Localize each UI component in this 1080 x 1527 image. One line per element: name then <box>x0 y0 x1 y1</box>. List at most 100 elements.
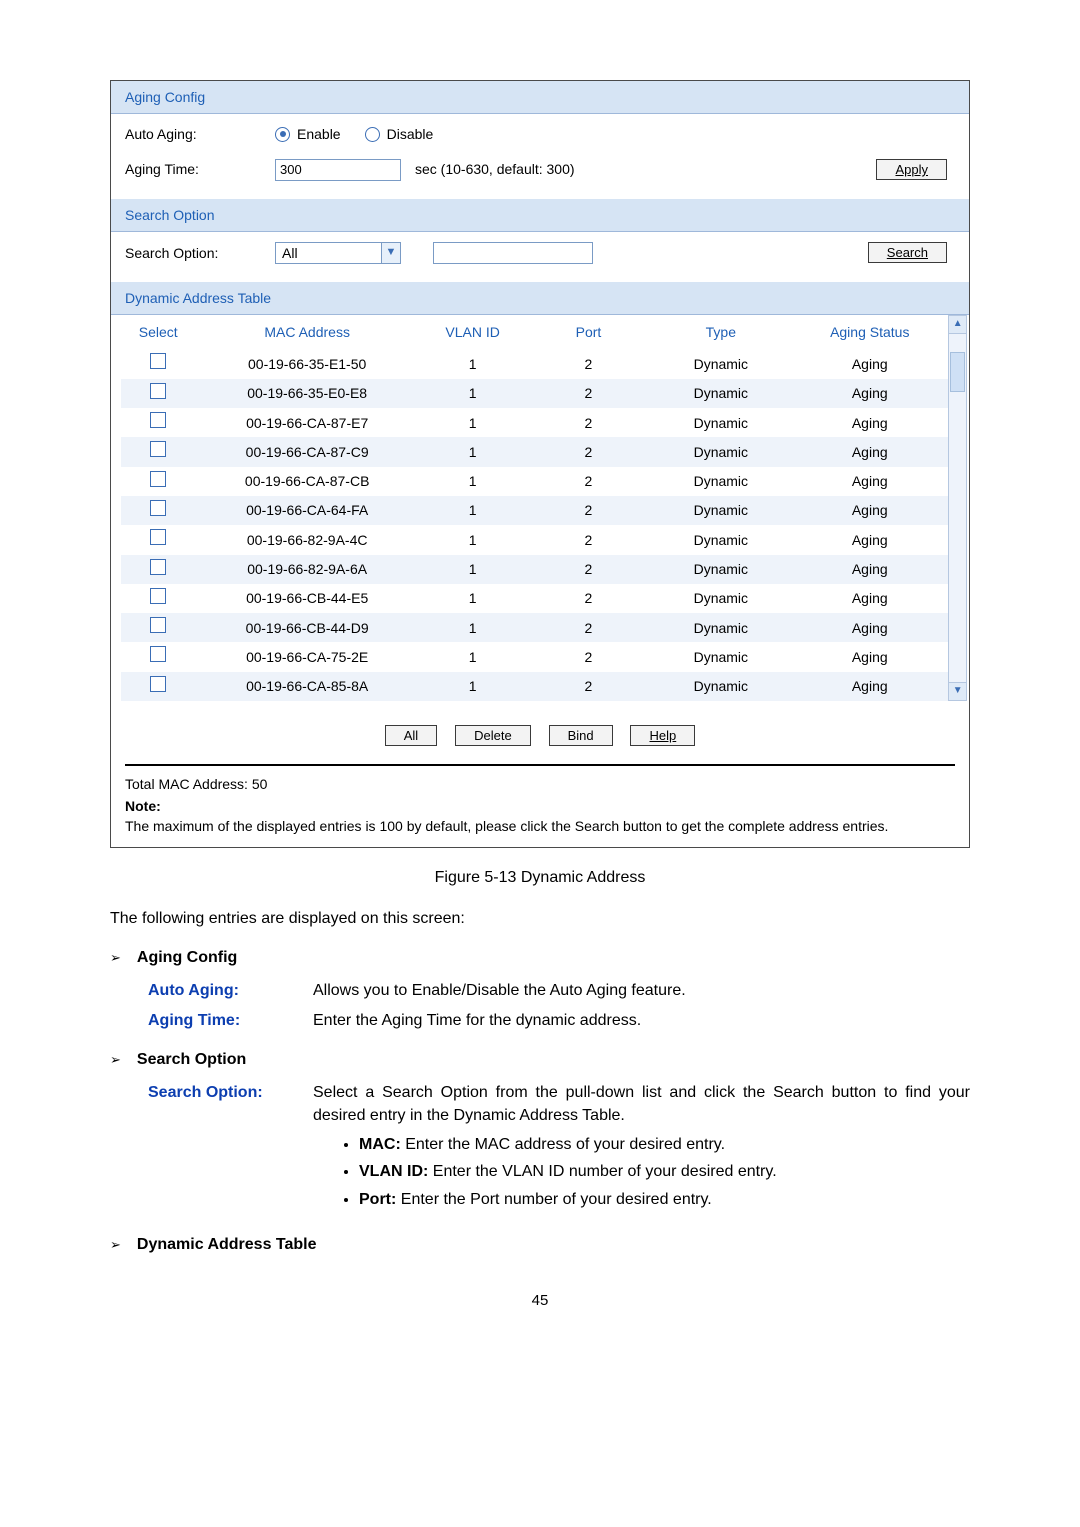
col-vlan: VLAN ID <box>419 315 527 349</box>
cell-mac: 00-19-66-CB-44-D9 <box>195 613 418 642</box>
auto-aging-label: Auto Aging: <box>125 124 275 144</box>
auto-aging-enable-radio[interactable]: Enable <box>275 124 341 144</box>
bullet-vlan-bold: VLAN ID: <box>359 1163 428 1180</box>
search-value-input[interactable] <box>433 242 593 264</box>
select-all-button[interactable]: All <box>385 725 437 746</box>
cell-vlan: 1 <box>419 379 527 408</box>
col-aging: Aging Status <box>791 315 948 349</box>
apply-button[interactable]: Apply <box>876 159 947 180</box>
section-title-table: Dynamic Address Table <box>137 1233 317 1256</box>
cell-mac: 00-19-66-CA-87-C9 <box>195 437 418 466</box>
scroll-up-icon[interactable]: ▲ <box>949 316 966 334</box>
cell-port: 2 <box>526 672 650 701</box>
cell-type: Dynamic <box>651 379 792 408</box>
chevron-down-icon: ▼ <box>381 243 400 263</box>
row-checkbox[interactable] <box>150 646 166 662</box>
cell-vlan: 1 <box>419 584 527 613</box>
cell-aging: Aging <box>791 437 948 466</box>
cell-mac: 00-19-66-35-E1-50 <box>195 349 418 378</box>
cell-mac: 00-19-66-CA-64-FA <box>195 496 418 525</box>
cell-port: 2 <box>526 467 650 496</box>
bullet-vlan-text: Enter the VLAN ID number of your desired… <box>428 1163 776 1180</box>
note-label: Note: <box>125 796 955 816</box>
cell-type: Dynamic <box>651 437 792 466</box>
row-checkbox[interactable] <box>150 500 166 516</box>
cell-vlan: 1 <box>419 672 527 701</box>
def-auto-aging: Allows you to Enable/Disable the Auto Ag… <box>313 979 970 1002</box>
search-option-select[interactable]: All ▼ <box>275 242 401 264</box>
row-checkbox[interactable] <box>150 676 166 692</box>
table-row: 00-19-66-CA-75-2E12DynamicAging <box>121 642 948 671</box>
dynamic-table-header: Dynamic Address Table <box>111 282 969 315</box>
total-mac-text: Total MAC Address: 50 <box>125 774 955 794</box>
cell-aging: Aging <box>791 672 948 701</box>
search-button[interactable]: Search <box>868 242 947 263</box>
bind-button[interactable]: Bind <box>549 725 613 746</box>
cell-vlan: 1 <box>419 496 527 525</box>
cell-type: Dynamic <box>651 672 792 701</box>
row-checkbox[interactable] <box>150 383 166 399</box>
cell-aging: Aging <box>791 613 948 642</box>
cell-mac: 00-19-66-35-E0-E8 <box>195 379 418 408</box>
cell-port: 2 <box>526 349 650 378</box>
table-row: 00-19-66-CB-44-E512DynamicAging <box>121 584 948 613</box>
cell-port: 2 <box>526 496 650 525</box>
scroll-down-icon[interactable]: ▼ <box>949 682 966 700</box>
term-aging-time: Aging Time: <box>148 1009 313 1032</box>
scroll-track[interactable] <box>949 334 966 682</box>
cell-vlan: 1 <box>419 467 527 496</box>
cell-aging: Aging <box>791 642 948 671</box>
cell-vlan: 1 <box>419 349 527 378</box>
page-number: 45 <box>110 1290 970 1312</box>
cell-port: 2 <box>526 525 650 554</box>
list-item: Port: Enter the Port number of your desi… <box>359 1188 970 1211</box>
cell-mac: 00-19-66-CB-44-E5 <box>195 584 418 613</box>
cell-vlan: 1 <box>419 525 527 554</box>
table-scrollbar[interactable]: ▲ ▼ <box>948 315 967 701</box>
def-search-option-text: Select a Search Option from the pull-dow… <box>313 1084 970 1124</box>
row-checkbox[interactable] <box>150 441 166 457</box>
cell-aging: Aging <box>791 379 948 408</box>
col-mac: MAC Address <box>195 315 418 349</box>
scroll-thumb[interactable] <box>950 352 965 392</box>
cell-type: Dynamic <box>651 525 792 554</box>
row-checkbox[interactable] <box>150 617 166 633</box>
row-checkbox[interactable] <box>150 412 166 428</box>
row-checkbox[interactable] <box>150 353 166 369</box>
row-checkbox[interactable] <box>150 559 166 575</box>
table-row: 00-19-66-CA-87-CB12DynamicAging <box>121 467 948 496</box>
table-row: 00-19-66-CB-44-D912DynamicAging <box>121 613 948 642</box>
search-option-header: Search Option <box>111 199 969 232</box>
row-checkbox[interactable] <box>150 529 166 545</box>
bullet-port-text: Enter the Port number of your desired en… <box>396 1191 711 1208</box>
cell-type: Dynamic <box>651 349 792 378</box>
search-option-selected: All <box>276 243 381 263</box>
help-button[interactable]: Help <box>630 725 695 746</box>
delete-button[interactable]: Delete <box>455 725 531 746</box>
aging-time-label: Aging Time: <box>125 159 275 179</box>
col-type: Type <box>651 315 792 349</box>
table-row: 00-19-66-35-E0-E812DynamicAging <box>121 379 948 408</box>
table-row: 00-19-66-CA-87-C912DynamicAging <box>121 437 948 466</box>
aging-time-input[interactable] <box>275 159 401 181</box>
auto-aging-disable-radio[interactable]: Disable <box>365 124 434 144</box>
cell-aging: Aging <box>791 555 948 584</box>
cell-mac: 00-19-66-82-9A-6A <box>195 555 418 584</box>
row-checkbox[interactable] <box>150 471 166 487</box>
cell-port: 2 <box>526 642 650 671</box>
cell-type: Dynamic <box>651 467 792 496</box>
cell-type: Dynamic <box>651 642 792 671</box>
row-checkbox[interactable] <box>150 588 166 604</box>
def-search-option: Select a Search Option from the pull-dow… <box>313 1081 970 1217</box>
aging-time-hint: sec (10-630, default: 300) <box>415 159 575 179</box>
dynamic-address-table: Select MAC Address VLAN ID Port Type Agi… <box>121 315 948 701</box>
cell-aging: Aging <box>791 467 948 496</box>
cell-mac: 00-19-66-82-9A-4C <box>195 525 418 554</box>
disable-label: Disable <box>387 124 434 144</box>
bullet-mac-text: Enter the MAC address of your desired en… <box>401 1136 725 1153</box>
bullet-mac-bold: MAC: <box>359 1136 401 1153</box>
cell-port: 2 <box>526 437 650 466</box>
cell-aging: Aging <box>791 349 948 378</box>
cell-port: 2 <box>526 555 650 584</box>
table-row: 00-19-66-82-9A-6A12DynamicAging <box>121 555 948 584</box>
